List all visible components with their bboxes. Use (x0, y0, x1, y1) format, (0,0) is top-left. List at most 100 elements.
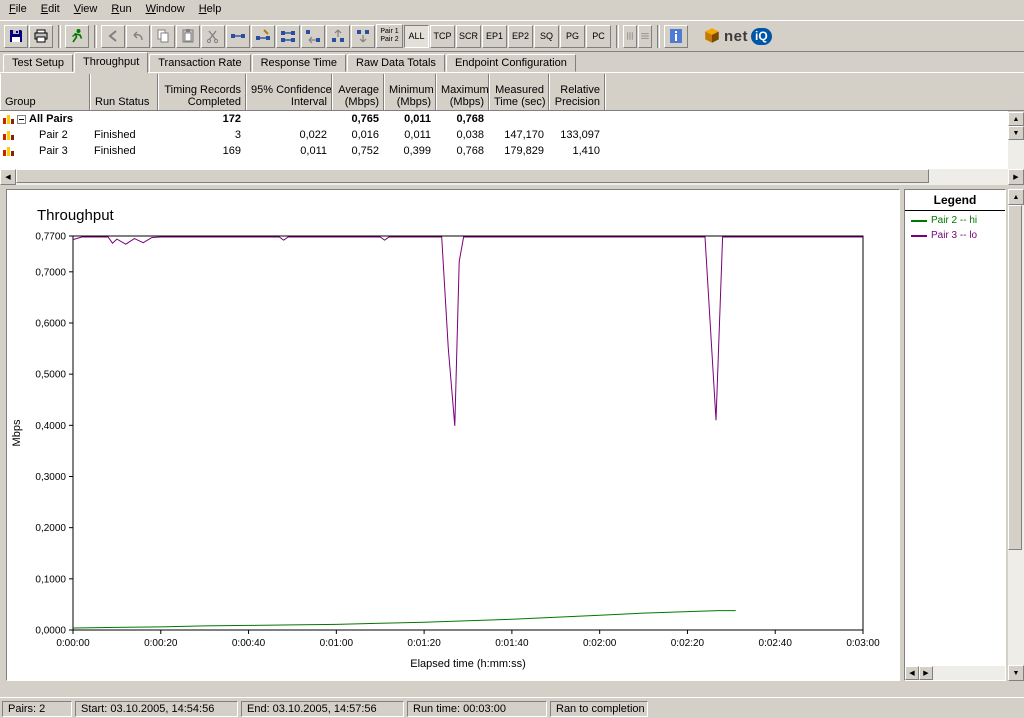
legend-horizontal-scrollbar[interactable]: ◀ ▶ (905, 666, 1005, 680)
scroll-down-icon[interactable]: ▼ (1008, 665, 1024, 681)
tab-test-setup[interactable]: Test Setup (3, 54, 73, 72)
undo-arrow-icon (133, 31, 143, 41)
column-header-timing-records[interactable]: Timing Records Completed (158, 74, 246, 110)
collapse-icon[interactable] (17, 114, 26, 124)
filter-sq-button[interactable]: SQ (534, 24, 559, 48)
scrollbar-thumb[interactable] (1008, 205, 1022, 550)
column-header-run-status[interactable]: Run Status (90, 74, 158, 110)
table-header: Group Run Status Timing Records Completed… (0, 73, 1024, 111)
svg-text:0,7000: 0,7000 (35, 267, 66, 278)
svg-text:0,2000: 0,2000 (35, 523, 66, 534)
pair-chart-icon (3, 115, 14, 124)
group-label: All Pairs (29, 113, 74, 125)
scroll-left-icon[interactable]: ◀ (0, 169, 16, 185)
svg-text:Elapsed time (h:mm:ss): Elapsed time (h:mm:ss) (410, 658, 526, 670)
column-header-relative-precision[interactable]: Relative Precision (549, 74, 605, 110)
scrollbar-thumb[interactable] (16, 169, 929, 183)
back-arrow-icon (108, 30, 117, 42)
netiq-iq-badge: iQ (751, 27, 772, 45)
legend-label-0: Pair 2 -- hi (931, 215, 978, 226)
filter-tcp-button[interactable]: TCP (430, 24, 455, 48)
cut-button[interactable] (201, 24, 225, 48)
paste-button[interactable] (176, 24, 200, 48)
filter-ep2-button[interactable]: EP2 (508, 24, 533, 48)
chart-vertical-scrollbar[interactable]: ▲ ▼ (1008, 189, 1024, 681)
menu-edit[interactable]: Edit (34, 1, 67, 18)
view-toggle-1-button[interactable] (623, 24, 637, 48)
legend-entry-pair-2[interactable]: Pair 2 -- hi (905, 211, 1005, 226)
scroll-down-icon[interactable]: ▼ (1008, 126, 1024, 140)
table-row-pair-3[interactable]: Pair 3 Finished 169 0,011 0,752 0,399 0,… (0, 143, 1008, 159)
column-header-group[interactable]: Group (0, 74, 90, 110)
move-pair-down-button[interactable] (351, 24, 375, 48)
column-header-minimum[interactable]: Minimum (Mbps) (384, 74, 436, 110)
menu-help[interactable]: Help (192, 1, 229, 18)
edit-pair-button[interactable] (251, 24, 275, 48)
svg-text:0,4000: 0,4000 (35, 421, 66, 432)
filter-pg-button[interactable]: PG (560, 24, 585, 48)
column-header-filler (605, 74, 1024, 110)
print-button[interactable] (29, 24, 53, 48)
scrollbar-track[interactable] (16, 169, 1008, 185)
move-pair-up-button[interactable] (326, 24, 350, 48)
toolbar-separator (58, 24, 61, 48)
column-header-average[interactable]: Average (Mbps) (332, 74, 384, 110)
scroll-up-icon[interactable]: ▲ (1008, 112, 1024, 126)
tab-endpoint-configuration[interactable]: Endpoint Configuration (445, 54, 576, 72)
clipboard-icon (182, 29, 194, 43)
scroll-right-icon[interactable]: ▶ (1008, 169, 1024, 185)
column-header-measured-time[interactable]: Measured Time (sec) (489, 74, 549, 110)
run-test-button[interactable] (65, 24, 89, 48)
printer-icon (34, 29, 48, 43)
column-header-maximum[interactable]: Maximum (Mbps) (436, 74, 489, 110)
filter-pc-button[interactable]: PC (586, 24, 611, 48)
add-pair-button[interactable] (226, 24, 250, 48)
svg-text:0:01:20: 0:01:20 (407, 638, 441, 649)
svg-text:0:01:40: 0:01:40 (495, 638, 529, 649)
swap-endpoints-button[interactable] (301, 24, 325, 48)
status-pairs: Pairs: 2 (2, 701, 72, 717)
abort-run-button[interactable] (101, 24, 125, 48)
netiq-cube-icon (705, 28, 719, 43)
filter-ep1-button[interactable]: EP1 (482, 24, 507, 48)
pair-chart-icon (3, 131, 14, 140)
legend-swatch-1 (911, 234, 927, 237)
filter-all-button[interactable]: ALL (404, 24, 429, 48)
tab-throughput[interactable]: Throughput (73, 52, 149, 73)
undo-button[interactable] (126, 24, 150, 48)
menu-window[interactable]: Window (139, 1, 192, 18)
table-row-pair-2[interactable]: Pair 2 Finished 3 0,022 0,016 0,011 0,03… (0, 127, 1008, 143)
menu-run[interactable]: Run (104, 1, 138, 18)
tab-transaction-rate[interactable]: Transaction Rate (149, 54, 251, 72)
svg-text:0:02:20: 0:02:20 (671, 638, 705, 649)
scroll-left-icon[interactable]: ◀ (905, 666, 919, 680)
table-row-all-pairs[interactable]: All Pairs 172 0,765 0,011 0,768 (0, 111, 1008, 127)
help-info-button[interactable] (664, 24, 688, 48)
scrollbar-track[interactable] (1008, 205, 1024, 665)
save-button[interactable] (4, 24, 28, 48)
runner-icon (72, 29, 83, 43)
tab-raw-data-totals[interactable]: Raw Data Totals (347, 54, 445, 72)
tab-response-time[interactable]: Response Time (251, 54, 347, 72)
scroll-up-icon[interactable]: ▲ (1008, 189, 1024, 205)
arrow-up-pair-icon (332, 29, 344, 42)
view-toggle-2-button[interactable] (638, 24, 652, 48)
pair-names-button[interactable]: Pair 1 Pair 2 (376, 24, 403, 48)
column-header-confidence[interactable]: 95% Confidence Interval (246, 74, 332, 110)
svg-text:0:01:00: 0:01:00 (320, 638, 354, 649)
legend-entry-pair-3[interactable]: Pair 3 -- lo (905, 226, 1005, 241)
svg-text:0:02:40: 0:02:40 (759, 638, 793, 649)
svg-text:0:02:00: 0:02:00 (583, 638, 617, 649)
menu-file[interactable]: File (2, 1, 34, 18)
filter-scr-button[interactable]: SCR (456, 24, 481, 48)
legend-panel: Legend Pair 2 -- hi Pair 3 -- lo ◀ ▶ (904, 189, 1006, 681)
svg-text:0:03:00: 0:03:00 (846, 638, 880, 649)
svg-text:0:00:00: 0:00:00 (56, 638, 90, 649)
duplicate-pair-button[interactable] (276, 24, 300, 48)
menu-view[interactable]: View (67, 1, 105, 18)
scroll-right-icon[interactable]: ▶ (919, 666, 933, 680)
table-horizontal-scrollbar[interactable]: ◀ ▶ (0, 169, 1024, 185)
table-vertical-scrollbar[interactable]: ▲ ▼ (1008, 112, 1024, 169)
copy-icon (157, 29, 169, 43)
copy-button[interactable] (151, 24, 175, 48)
